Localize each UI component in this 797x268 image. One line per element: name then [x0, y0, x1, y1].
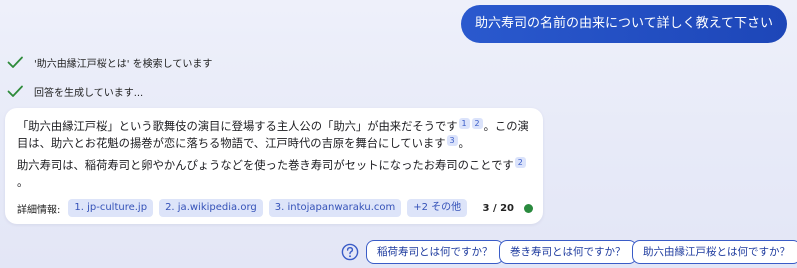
source-link-1[interactable]: 1. jp-culture.jp: [68, 199, 154, 217]
citation-1[interactable]: 1: [458, 118, 470, 129]
suggestion-makizushi-button[interactable]: 巻き寿司とは何ですか？: [499, 240, 637, 264]
citation-3[interactable]: 3: [446, 135, 458, 146]
user-message-bubble: 助六寿司の名前の由来について詳しく教えて下さい: [461, 5, 787, 43]
suggestion-inari-button[interactable]: 稲荷寿司とは何ですか？: [366, 240, 504, 264]
sources-footer: 詳細情報: 1. jp-culture.jp 2. ja.wikipedia.o…: [17, 198, 533, 218]
citation-2[interactable]: 2: [471, 118, 483, 129]
source-link-3[interactable]: 3. intojapanwaraku.com: [268, 199, 402, 217]
source-link-2[interactable]: 2. ja.wikipedia.org: [159, 199, 263, 217]
check-icon: [7, 56, 23, 68]
turn-counter: 3 / 20: [482, 202, 515, 214]
help-circle-icon[interactable]: [341, 243, 359, 261]
sources-label: 詳細情報:: [17, 204, 61, 216]
status-generating-text: 回答を生成しています...: [34, 87, 144, 99]
more-sources-button[interactable]: +2 その他: [407, 199, 468, 217]
answer-text: 「助六由縁江戸桜」という歌舞伎の演目に登場する主人公の「助六」が由来だそうです: [17, 120, 458, 133]
status-dot: [524, 203, 533, 213]
answer-text: 。: [458, 137, 470, 150]
answer-paragraph-2: 助六寿司は、稲荷寿司と卵やかんぴょうなどを使った巻き寿司がセットになったお寿司の…: [17, 157, 531, 191]
answer-text: 。: [17, 176, 29, 189]
status-searching-text: '助六由縁江戸桜とは' を検索しています: [34, 58, 213, 70]
answer-paragraph-1: 「助六由縁江戸桜」という歌舞伎の演目に登場する主人公の「助六」が由来だそうです 1…: [17, 118, 531, 152]
suggestion-sukeroku-button[interactable]: 助六由縁江戸桜とは何ですか？: [632, 240, 797, 264]
citation-2[interactable]: 2: [514, 157, 526, 168]
status-generating: 回答を生成しています...: [6, 82, 143, 100]
answer-text: 助六寿司は、稲荷寿司と卵やかんぴょうなどを使った巻き寿司がセットになったお寿司の…: [17, 159, 514, 172]
answer-card: 「助六由縁江戸桜」という歌舞伎の演目に登場する主人公の「助六」が由来だそうです 1…: [5, 108, 543, 224]
status-searching: '助六由縁江戸桜とは' を検索しています: [6, 53, 212, 71]
check-icon: [7, 85, 23, 97]
